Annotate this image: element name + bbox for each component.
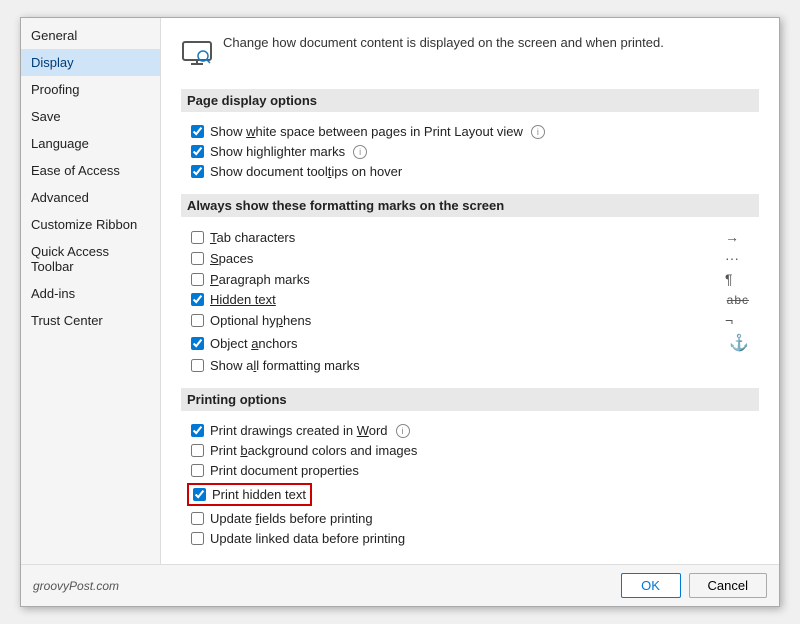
print-drawings-checkbox[interactable]	[191, 424, 204, 437]
update-fields-checkbox[interactable]	[191, 512, 204, 525]
print-doc-props-label[interactable]: Print document properties	[210, 463, 359, 478]
print-doc-props-checkbox[interactable]	[191, 464, 204, 477]
sidebar-item-trust-center[interactable]: Trust Center	[21, 307, 160, 334]
sidebar-item-advanced[interactable]: Advanced	[21, 184, 160, 211]
sidebar-item-general[interactable]: General	[21, 22, 160, 49]
spaces-label[interactable]: Spaces	[210, 251, 719, 266]
header-description: Change how document content is displayed…	[223, 34, 664, 52]
sidebar-item-add-ins[interactable]: Add-ins	[21, 280, 160, 307]
option-optional-hyphens: Optional hyphens ¬	[191, 312, 749, 328]
paragraph-marks-checkbox[interactable]	[191, 273, 204, 286]
object-anchors-symbol: ⚓	[729, 333, 749, 353]
cancel-button[interactable]: Cancel	[689, 573, 767, 598]
update-linked-checkbox[interactable]	[191, 532, 204, 545]
formatting-marks-section-content: Tab characters → Spaces ··· Paragraph ma…	[181, 225, 759, 388]
option-show-tooltips: Show document tooltips on hover	[191, 164, 749, 179]
tab-chars-checkbox[interactable]	[191, 231, 204, 244]
optional-hyphens-symbol: ¬	[725, 312, 749, 328]
hidden-text-symbol: abc	[727, 293, 749, 307]
print-drawings-info-icon[interactable]: i	[396, 424, 410, 438]
tab-chars-symbol: →	[725, 229, 749, 245]
option-tab-chars: Tab characters →	[191, 229, 749, 245]
printing-options-section-header: Printing options	[181, 388, 759, 411]
sidebar-item-save[interactable]: Save	[21, 103, 160, 130]
show-white-space-info-icon[interactable]: i	[531, 125, 545, 139]
show-highlighter-checkbox[interactable]	[191, 145, 204, 158]
show-all-marks-label[interactable]: Show all formatting marks	[210, 358, 719, 373]
option-update-linked: Update linked data before printing	[191, 531, 749, 546]
paragraph-marks-label[interactable]: Paragraph marks	[210, 272, 719, 287]
object-anchors-checkbox[interactable]	[191, 337, 204, 350]
hidden-text-label[interactable]: Hidden text	[210, 292, 721, 307]
spaces-symbol: ···	[725, 250, 749, 266]
ok-button[interactable]: OK	[621, 573, 681, 598]
sidebar-item-display[interactable]: Display	[21, 49, 160, 76]
update-fields-label[interactable]: Update fields before printing	[210, 511, 373, 526]
print-drawings-label[interactable]: Print drawings created in Word	[210, 423, 388, 438]
formatting-marks-section-header: Always show these formatting marks on th…	[181, 194, 759, 217]
option-spaces: Spaces ···	[191, 250, 749, 266]
sidebar-item-language[interactable]: Language	[21, 130, 160, 157]
content-area: Change how document content is displayed…	[161, 18, 779, 564]
print-hidden-checkbox[interactable]	[193, 488, 206, 501]
dialog-body: General Display Proofing Save Language E…	[21, 18, 779, 564]
word-options-dialog: General Display Proofing Save Language E…	[20, 17, 780, 607]
option-print-background: Print background colors and images	[191, 443, 749, 458]
option-print-doc-props: Print document properties	[191, 463, 749, 478]
spaces-checkbox[interactable]	[191, 252, 204, 265]
printing-options-section-content: Print drawings created in Word i Print b…	[181, 419, 759, 561]
brand-label: groovyPost.com	[33, 579, 119, 593]
update-linked-label[interactable]: Update linked data before printing	[210, 531, 405, 546]
page-display-section-header: Page display options	[181, 89, 759, 112]
option-paragraph-marks: Paragraph marks ¶	[191, 271, 749, 287]
option-hidden-text: Hidden text abc	[191, 292, 749, 307]
show-highlighter-label[interactable]: Show highlighter marks	[210, 144, 345, 159]
show-tooltips-checkbox[interactable]	[191, 165, 204, 178]
option-show-all-marks: Show all formatting marks	[191, 358, 749, 373]
tab-chars-label[interactable]: Tab characters	[210, 230, 719, 245]
option-show-white-space: Show white space between pages in Print …	[191, 124, 749, 139]
print-hidden-text-highlight: Print hidden text	[187, 483, 312, 506]
option-print-hidden-text: Print hidden text	[191, 483, 749, 506]
print-background-label[interactable]: Print background colors and images	[210, 443, 417, 458]
page-display-section-content: Show white space between pages in Print …	[181, 120, 759, 194]
sidebar-item-quick-access-toolbar[interactable]: Quick Access Toolbar	[21, 238, 160, 280]
display-icon	[181, 36, 213, 75]
show-tooltips-label[interactable]: Show document tooltips on hover	[210, 164, 402, 179]
show-highlighter-info-icon[interactable]: i	[353, 145, 367, 159]
show-all-marks-checkbox[interactable]	[191, 359, 204, 372]
option-object-anchors: Object anchors ⚓	[191, 333, 749, 353]
hidden-text-checkbox[interactable]	[191, 293, 204, 306]
optional-hyphens-checkbox[interactable]	[191, 314, 204, 327]
sidebar-item-ease-of-access[interactable]: Ease of Access	[21, 157, 160, 184]
option-show-highlighter: Show highlighter marks i	[191, 144, 749, 159]
sidebar-item-customize-ribbon[interactable]: Customize Ribbon	[21, 211, 160, 238]
paragraph-marks-symbol: ¶	[725, 271, 749, 287]
show-white-space-checkbox[interactable]	[191, 125, 204, 138]
sidebar: General Display Proofing Save Language E…	[21, 18, 161, 564]
content-header: Change how document content is displayed…	[181, 34, 759, 75]
object-anchors-label[interactable]: Object anchors	[210, 336, 723, 351]
print-background-checkbox[interactable]	[191, 444, 204, 457]
sidebar-item-proofing[interactable]: Proofing	[21, 76, 160, 103]
show-white-space-label[interactable]: Show white space between pages in Print …	[210, 124, 523, 139]
option-print-drawings: Print drawings created in Word i	[191, 423, 749, 438]
print-hidden-label[interactable]: Print hidden text	[212, 487, 306, 502]
option-update-fields: Update fields before printing	[191, 511, 749, 526]
optional-hyphens-label[interactable]: Optional hyphens	[210, 313, 719, 328]
dialog-footer: groovyPost.com OK Cancel	[21, 564, 779, 606]
